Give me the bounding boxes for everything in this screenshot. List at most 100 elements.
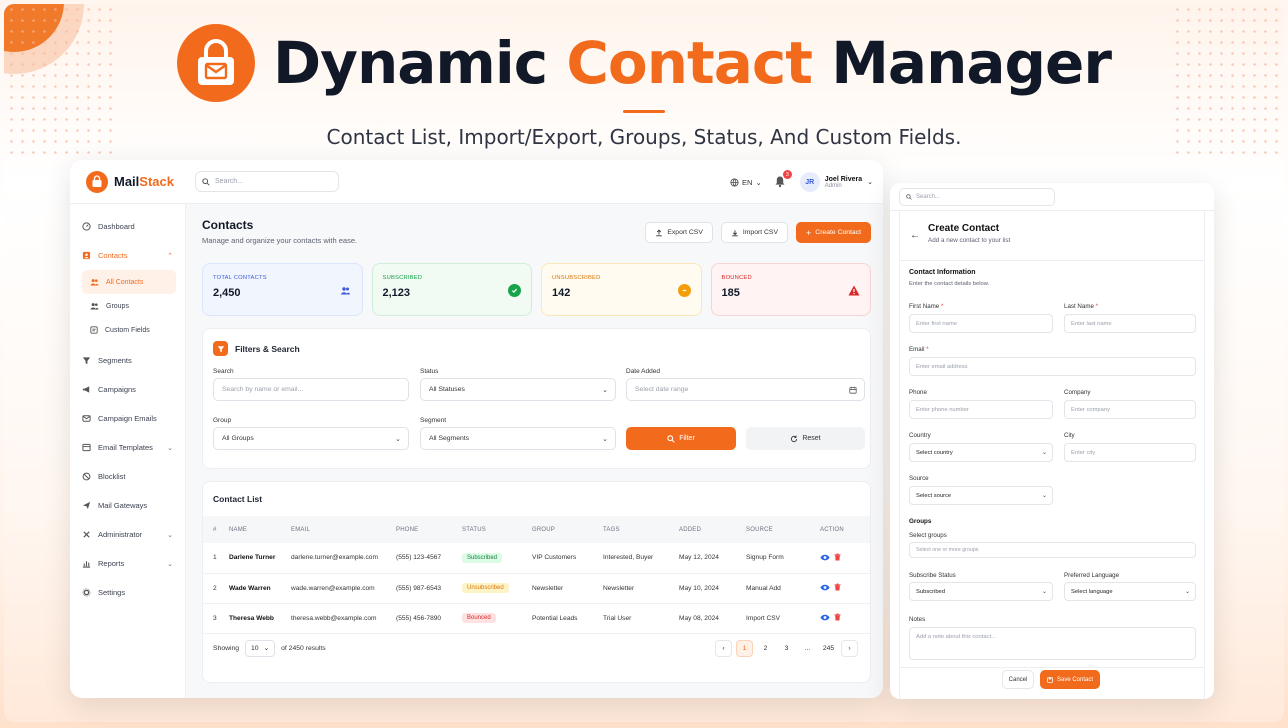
results-count: of 2450 results [281, 644, 326, 652]
export-csv-button[interactable]: Export CSV [645, 222, 713, 243]
page-button[interactable]: 3 [778, 640, 795, 657]
user-menu[interactable]: JR Joel Rivera Admin ⌄ [799, 172, 873, 192]
filter-button[interactable]: Filter [626, 427, 736, 450]
sidebar-item-email-templates[interactable]: Email Templates ⌄ [70, 433, 185, 462]
brand-logo[interactable]: MailStack [86, 170, 196, 193]
filter-search-input[interactable]: Search by name or email... [213, 378, 409, 401]
sidebar-item-all-contacts[interactable]: All Contacts [82, 270, 176, 294]
sidebar-item-custom-fields[interactable]: Custom Fields [82, 318, 176, 342]
plus-icon: + [806, 227, 812, 238]
view-icon[interactable] [820, 614, 830, 623]
prev-page-button[interactable]: ‹ [715, 639, 732, 657]
contact-tags: Newsletter [603, 573, 679, 604]
date-range-input[interactable]: Select date range [626, 378, 865, 401]
contact-tags: Interested, Buyer [603, 543, 679, 574]
view-icon[interactable] [820, 584, 830, 593]
sidebar-item-dashboard[interactable]: Dashboard [70, 212, 185, 241]
last-name-field[interactable]: Enter last name [1064, 314, 1196, 333]
next-page-button[interactable]: › [841, 639, 858, 657]
sidebar-item-administrator[interactable]: Administrator ⌄ [70, 520, 185, 549]
search-input[interactable]: Search... [899, 188, 1055, 206]
save-contact-button[interactable]: Save Contact [1040, 670, 1100, 689]
col-header: SOURCE [746, 516, 820, 543]
col-header: ACTION [820, 516, 870, 543]
sidebar-item-blocklist[interactable]: Blocklist [70, 462, 185, 491]
chevron-down-icon: ⌄ [755, 177, 762, 187]
table-row[interactable]: 2 Wade Warren wade.warren@example.com (5… [203, 573, 870, 604]
table-row[interactable]: 1 Darlene Turner darlene.turner@example.… [203, 543, 870, 574]
col-header: ADDED [679, 516, 746, 543]
users-icon [339, 284, 352, 297]
table-row[interactable]: 3 Theresa Webb theresa.webb@example.com … [203, 603, 870, 634]
mail-icon [82, 415, 91, 422]
segment-select[interactable]: All Segments ⌄ [420, 427, 616, 450]
first-name-field[interactable]: Enter first name [909, 314, 1053, 333]
chevron-down-icon: ⌄ [263, 645, 270, 652]
contact-added: May 10, 2024 [679, 573, 746, 604]
section-description: Enter the contact details below. [909, 281, 990, 287]
gear-icon [82, 588, 91, 597]
col-header: STATUS [462, 516, 532, 543]
page-size-select[interactable]: 10 ⌄ [244, 639, 276, 657]
delete-icon[interactable] [834, 613, 841, 623]
sidebar-item-segments[interactable]: Segments [70, 346, 185, 375]
language-selector[interactable]: EN ⌄ [730, 178, 762, 187]
cancel-button[interactable]: Cancel [1002, 670, 1034, 689]
notes-textarea[interactable]: Add a note about this contact... [909, 627, 1196, 660]
city-field[interactable]: Enter city [1064, 443, 1196, 462]
search-input[interactable]: Search... [195, 171, 339, 192]
groups-multiselect[interactable]: Select one or more groups [909, 542, 1196, 558]
status-select[interactable]: All Statuses ⌄ [420, 378, 616, 401]
import-csv-button[interactable]: Import CSV [720, 222, 789, 243]
chart-icon [82, 561, 91, 568]
status-badge: Bounced [462, 613, 496, 623]
sidebar-item-groups[interactable]: Groups [82, 294, 176, 318]
group-icon [90, 303, 99, 310]
sidebar-item-campaigns[interactable]: Campaigns [70, 375, 185, 404]
back-arrow-icon[interactable]: ← [908, 228, 922, 242]
chevron-down-icon: ⌄ [1184, 589, 1190, 595]
avatar: JR [799, 172, 820, 192]
lock-mail-icon [177, 24, 256, 102]
view-icon[interactable] [820, 554, 830, 563]
admin-icon [83, 531, 90, 538]
segment-label: Segment [420, 417, 447, 424]
contacts-icon [82, 251, 91, 260]
contact-added: May 12, 2024 [679, 543, 746, 574]
sidebar-item-settings[interactable]: Settings [70, 578, 185, 607]
stat-label: TOTAL CONTACTS [213, 275, 267, 281]
hero-subtitle: Contact List, Import/Export, Groups, Sta… [326, 125, 962, 149]
language-select[interactable]: Select language ⌄ [1064, 582, 1196, 601]
sidebar-item-campaign-emails[interactable]: Campaign Emails [70, 404, 185, 433]
page-button[interactable]: 245 [820, 640, 837, 657]
sidebar-item-contacts[interactable]: Contacts ⌃ [70, 241, 185, 270]
col-header: EMAIL [291, 516, 396, 543]
phone-field[interactable]: Enter phone number [909, 400, 1053, 419]
main-content: Contacts Manage and organize your contac… [186, 204, 883, 698]
reset-button[interactable]: Reset [746, 427, 865, 450]
company-field[interactable]: Enter company [1064, 400, 1196, 419]
delete-icon[interactable] [834, 553, 841, 563]
contact-email: darlene.turner@example.com [291, 543, 396, 574]
filters-panel: Filters & Search Search Search by name o… [202, 328, 871, 469]
subscribe-status-select[interactable]: Subscribed ⌄ [909, 582, 1053, 601]
sidebar-item-reports[interactable]: Reports ⌄ [70, 549, 185, 578]
section-title: Contact Information [909, 269, 976, 276]
fields-icon [90, 326, 98, 334]
sidebar-item-mail-gateways[interactable]: Mail Gateways [70, 491, 185, 520]
delete-icon[interactable] [834, 583, 841, 593]
create-contact-button[interactable]: + Create Contact [796, 222, 871, 243]
contact-name: Wade Warren [229, 573, 291, 604]
notifications-button[interactable]: 3 [774, 170, 792, 189]
sidebar: Dashboard Contacts ⌃ All Contacts Groups … [70, 204, 186, 698]
warning-icon [847, 284, 860, 297]
group-label: Group [213, 417, 232, 424]
email-field[interactable]: Enter email address [909, 357, 1196, 376]
source-select[interactable]: Select source ⌄ [909, 486, 1053, 505]
chevron-down-icon: ⌄ [167, 531, 173, 539]
page-button[interactable]: 1 [736, 639, 753, 657]
search-icon [667, 434, 675, 443]
country-select[interactable]: Select country ⌄ [909, 443, 1053, 462]
page-button[interactable]: 2 [757, 640, 774, 657]
group-select[interactable]: All Groups ⌄ [213, 427, 409, 450]
